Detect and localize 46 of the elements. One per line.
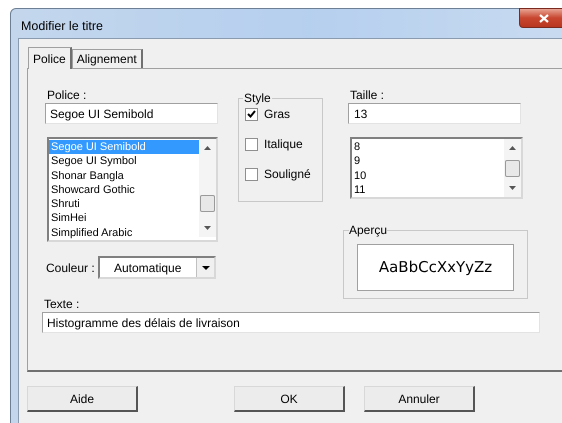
- size-field[interactable]: 13: [348, 103, 521, 124]
- scroll-down-icon[interactable]: [204, 226, 211, 230]
- scroll-thumb[interactable]: [505, 160, 520, 177]
- close-button[interactable]: [519, 8, 562, 28]
- list-item[interactable]: SimHei: [49, 211, 199, 226]
- scrollbar[interactable]: [199, 139, 216, 237]
- list-item[interactable]: Shonar Bangla: [49, 168, 199, 183]
- color-dropdown[interactable]: Automatique: [98, 256, 216, 280]
- color-label: Couleur :: [46, 260, 96, 277]
- checkbox[interactable]: [245, 138, 258, 150]
- tab[interactable]: Police: [28, 47, 72, 69]
- list-item[interactable]: 8: [352, 140, 504, 154]
- scroll-up-icon[interactable]: [204, 146, 211, 150]
- dialog-button[interactable]: OK: [234, 386, 345, 412]
- font-field[interactable]: Segoe UI Semibold: [45, 103, 218, 124]
- text-label: Texte :: [44, 296, 80, 312]
- scrollbar[interactable]: [504, 139, 521, 197]
- checkbox-label: Souligné: [264, 166, 311, 183]
- caret-icon: [202, 266, 210, 270]
- scroll-down-icon[interactable]: [509, 186, 516, 190]
- style-title: Style: [243, 90, 272, 106]
- list-item[interactable]: Showcard Gothic: [49, 182, 199, 198]
- check-icon: [247, 110, 256, 118]
- dropdown-arrow-button[interactable]: [196, 258, 214, 278]
- scroll-up-icon[interactable]: [509, 146, 516, 150]
- list-item[interactable]: 11: [352, 182, 504, 198]
- checkbox[interactable]: [245, 108, 258, 120]
- scroll-thumb[interactable]: [200, 195, 215, 212]
- text-field[interactable]: Histogramme des délais de livraison: [42, 312, 540, 333]
- list-item[interactable]: Segoe UI Symbol: [49, 154, 199, 169]
- tab[interactable]: Alignement: [72, 49, 143, 68]
- dialog-button[interactable]: Aide: [27, 386, 138, 412]
- list-item[interactable]: Simplified Arabic: [49, 226, 199, 240]
- list-item[interactable]: Shruti: [49, 197, 199, 212]
- checkbox-label: Italique: [264, 136, 303, 153]
- checkbox-label: Gras: [264, 106, 290, 123]
- list-item[interactable]: 9: [352, 154, 504, 169]
- preview-sample: AaBbCcXxYyZz: [378, 257, 492, 278]
- close-icon: [539, 14, 549, 22]
- dialog-button[interactable]: Annuler: [364, 386, 475, 412]
- color-value: Automatique: [113, 260, 182, 277]
- size-label: Taille :: [350, 87, 386, 103]
- font-label: Police :: [47, 87, 88, 103]
- window-title: Modifier le titre: [21, 18, 103, 35]
- checkbox[interactable]: [245, 168, 258, 180]
- list-item[interactable]: 10: [352, 168, 504, 183]
